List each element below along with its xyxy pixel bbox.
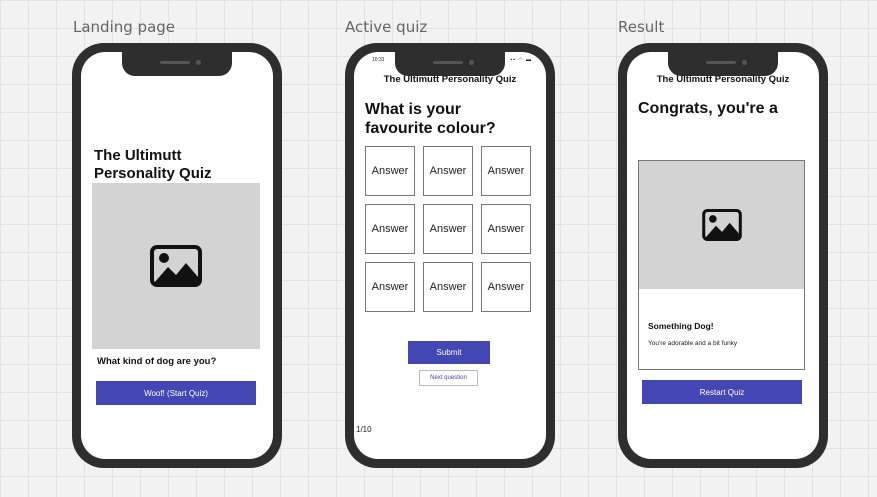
answer-option-2[interactable]: Answer bbox=[423, 146, 473, 196]
result-heading: Congrats, you're a bbox=[638, 100, 778, 117]
start-quiz-button[interactable]: Woof! (Start Quiz) bbox=[96, 381, 256, 405]
phone-landing: The Ultimutt Personality Quiz What kind … bbox=[72, 43, 282, 468]
result-image-placeholder bbox=[639, 161, 804, 289]
result-app-title: The Ultimutt Personality Quiz bbox=[656, 74, 790, 85]
answer-option-7[interactable]: Answer bbox=[365, 262, 415, 312]
answer-option-4[interactable]: Answer bbox=[365, 204, 415, 254]
landing-image-placeholder bbox=[92, 183, 260, 349]
quiz-app-title: The Ultimutt Personality Quiz bbox=[383, 74, 517, 85]
submit-button[interactable]: Submit bbox=[408, 341, 490, 364]
result-screen: The Ultimutt Personality Quiz Congrats, … bbox=[627, 52, 819, 459]
phone-notch bbox=[668, 52, 778, 76]
phone-quiz: 10:31 ▪▪ ◠ ▬ The Ultimutt Personality Qu… bbox=[345, 43, 555, 468]
progress-indicator: 1/10 bbox=[356, 425, 372, 434]
frame-label-landing: Landing page bbox=[73, 18, 176, 36]
landing-screen: The Ultimutt Personality Quiz What kind … bbox=[81, 52, 273, 459]
landing-title: The Ultimutt Personality Quiz bbox=[94, 147, 212, 182]
image-icon bbox=[702, 209, 742, 241]
restart-quiz-button[interactable]: Restart Quiz bbox=[642, 380, 802, 404]
landing-subtitle: What kind of dog are you? bbox=[97, 356, 217, 367]
dog-name: Something Dog! bbox=[648, 321, 714, 331]
answer-option-6[interactable]: Answer bbox=[481, 204, 531, 254]
answer-option-3[interactable]: Answer bbox=[481, 146, 531, 196]
quiz-screen: 10:31 ▪▪ ◠ ▬ The Ultimutt Personality Qu… bbox=[354, 52, 546, 459]
next-question-button[interactable]: Next question bbox=[419, 370, 478, 386]
answer-option-9[interactable]: Answer bbox=[481, 262, 531, 312]
dog-description: You're adorable and a bit funky bbox=[648, 340, 738, 347]
answer-option-5[interactable]: Answer bbox=[423, 204, 473, 254]
answer-option-1[interactable]: Answer bbox=[365, 146, 415, 196]
status-time: 10:31 bbox=[372, 57, 385, 63]
frame-label-quiz: Active quiz bbox=[345, 18, 428, 36]
image-icon bbox=[150, 245, 202, 287]
result-card: Something Dog! You're adorable and a bit… bbox=[638, 160, 805, 370]
frame-label-result: Result bbox=[618, 18, 665, 36]
phone-notch bbox=[122, 52, 232, 76]
phone-result: The Ultimutt Personality Quiz Congrats, … bbox=[618, 43, 828, 468]
question-text: What is your favourite colour? bbox=[365, 101, 496, 137]
answer-option-8[interactable]: Answer bbox=[423, 262, 473, 312]
phone-notch bbox=[395, 52, 505, 76]
status-icons: ▪▪ ◠ ▬ bbox=[510, 57, 532, 63]
